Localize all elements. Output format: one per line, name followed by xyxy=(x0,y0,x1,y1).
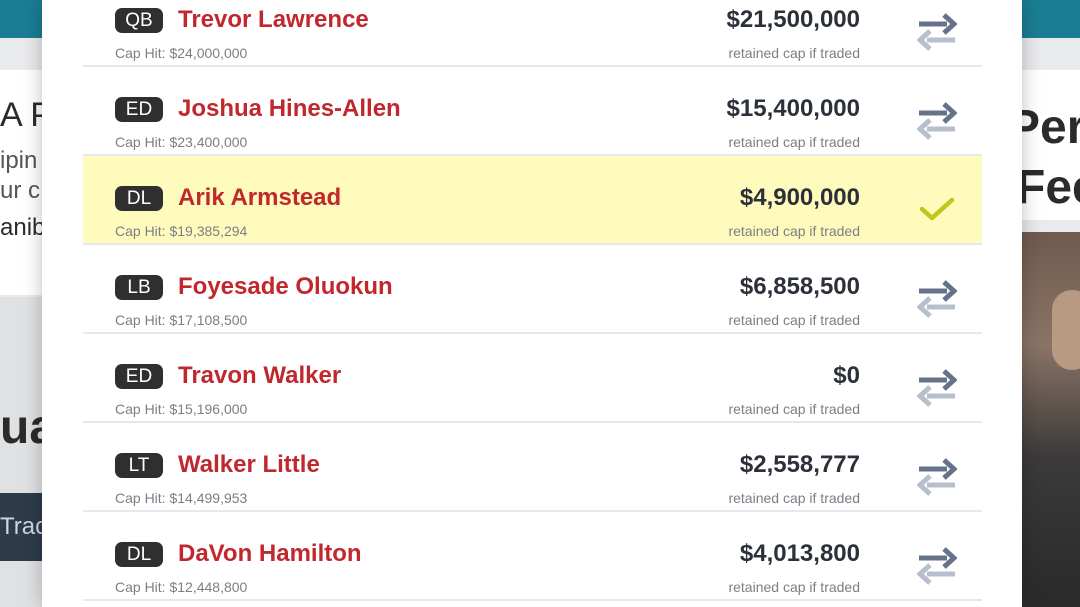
cap-hit-text: Cap Hit: $19,385,294 xyxy=(115,223,248,239)
retained-cap-label: retained cap if traded xyxy=(728,490,860,506)
trade-arrows-icon[interactable] xyxy=(916,279,958,319)
checkmark-icon[interactable] xyxy=(917,190,957,230)
cap-hit-text: Cap Hit: $23,400,000 xyxy=(115,134,248,150)
retained-cap-amount: $4,013,800 xyxy=(739,540,860,567)
trade-arrows-icon[interactable] xyxy=(916,101,958,141)
player-row[interactable]: DL Arik Armstead Cap Hit: $19,385,294 $4,90… xyxy=(83,156,982,245)
player-name[interactable]: Arik Armstead xyxy=(178,184,341,212)
background-button-label: Trac xyxy=(0,513,48,540)
retained-cap-amount: $21,500,000 xyxy=(726,6,860,33)
player-name[interactable]: Walker Little xyxy=(178,451,320,479)
trade-arrows-icon[interactable] xyxy=(916,546,958,586)
player-name[interactable]: Travon Walker xyxy=(178,362,341,390)
player-row[interactable]: ED Joshua Hines-Allen Cap Hit: $23,400,000… xyxy=(83,67,982,156)
retained-cap-label: retained cap if traded xyxy=(728,312,860,328)
retained-cap-label: retained cap if traded xyxy=(728,45,860,61)
player-row[interactable]: ED Travon Walker Cap Hit: $15,196,000 $0 ret… xyxy=(83,334,982,423)
trade-modal: QB Trevor Lawrence Cap Hit: $24,000,000 $21… xyxy=(42,0,1022,607)
position-badge: DL xyxy=(115,186,163,211)
player-row[interactable]: DL DaVon Hamilton Cap Hit: $12,448,800 $4,0… xyxy=(83,512,982,601)
trade-arrows-icon[interactable] xyxy=(916,12,958,52)
retained-cap-label: retained cap if traded xyxy=(728,223,860,239)
position-badge: LB xyxy=(115,275,163,300)
position-badge: DL xyxy=(115,542,163,567)
background-photo-detail xyxy=(1052,290,1080,370)
player-list: QB Trevor Lawrence Cap Hit: $24,000,000 $21… xyxy=(83,0,982,601)
cap-hit-text: Cap Hit: $12,448,800 xyxy=(115,579,248,595)
retained-cap-amount: $0 xyxy=(833,362,860,389)
background-text: ur c xyxy=(0,177,41,204)
retained-cap-label: retained cap if traded xyxy=(728,401,860,417)
position-badge: ED xyxy=(115,97,163,122)
player-row[interactable]: LT Walker Little Cap Hit: $14,499,953 $2,55… xyxy=(83,423,982,512)
position-badge: ED xyxy=(115,364,163,389)
cap-hit-text: Cap Hit: $24,000,000 xyxy=(115,45,248,61)
retained-cap-amount: $15,400,000 xyxy=(726,95,860,122)
position-badge: LT xyxy=(115,453,163,478)
player-name[interactable]: Joshua Hines-Allen xyxy=(178,95,401,123)
position-badge: QB xyxy=(115,8,163,33)
retained-cap-label: retained cap if traded xyxy=(728,579,860,595)
background-text: Fee xyxy=(1016,161,1080,214)
trade-arrows-icon[interactable] xyxy=(916,457,958,497)
cap-hit-text: Cap Hit: $14,499,953 xyxy=(115,490,248,506)
background-text: anib xyxy=(0,214,46,241)
player-row[interactable]: QB Trevor Lawrence Cap Hit: $24,000,000 $21… xyxy=(83,0,982,67)
player-row[interactable]: LB Foyesade Oluokun Cap Hit: $17,108,500 $6… xyxy=(83,245,982,334)
retained-cap-amount: $2,558,777 xyxy=(739,451,860,478)
cap-hit-text: Cap Hit: $15,196,000 xyxy=(115,401,248,417)
player-name[interactable]: DaVon Hamilton xyxy=(178,540,362,568)
retained-cap-label: retained cap if traded xyxy=(728,134,860,150)
retained-cap-amount: $4,900,000 xyxy=(739,184,860,211)
cap-hit-text: Cap Hit: $17,108,500 xyxy=(115,312,248,328)
player-name[interactable]: Foyesade Oluokun xyxy=(178,273,393,301)
retained-cap-amount: $6,858,500 xyxy=(739,273,860,300)
background-photo xyxy=(1020,232,1080,607)
player-name[interactable]: Trevor Lawrence xyxy=(178,6,369,34)
trade-arrows-icon[interactable] xyxy=(916,368,958,408)
background-text: ipin xyxy=(0,147,38,174)
